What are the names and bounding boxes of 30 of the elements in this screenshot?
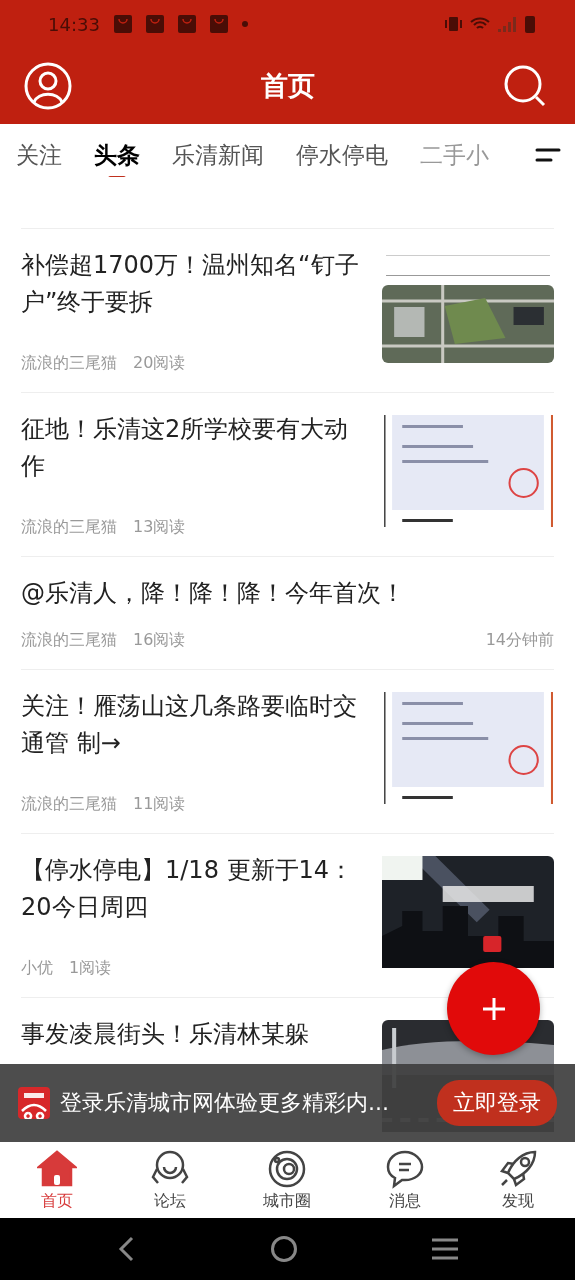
article-title[interactable]: 征地！乐清这2所学校要有大动作 — [21, 411, 361, 485]
page-title: 首页 — [260, 69, 315, 103]
nav-tab[interactable]: 消息 — [384, 1148, 425, 1212]
nav-tab[interactable]: 论坛 — [150, 1148, 191, 1212]
read-count: 11阅读 — [133, 794, 186, 815]
article-title[interactable]: 【停水停电】1/18 更新于14：20今日周四 — [21, 852, 361, 926]
category-tab[interactable]: 乐清新闻 — [172, 133, 264, 177]
read-count: 20阅读 — [133, 353, 186, 374]
article-title[interactable]: 补偿超1700万！温州知名“钉子户”终于要拆 — [21, 247, 361, 321]
read-count: 1阅读 — [69, 958, 112, 979]
category-tab[interactable]: 头条 — [94, 133, 140, 177]
read-count: 16阅读 — [133, 630, 186, 651]
category-tab[interactable]: 停水停电 — [296, 133, 388, 177]
nav-tab[interactable]: 首页 — [36, 1148, 77, 1212]
article-title[interactable]: @乐清人，降！降！降！今年首次！ — [21, 575, 554, 612]
article-title[interactable]: 关注！雁荡山这几条路要临时交通管 制→ — [21, 688, 361, 762]
category-tab[interactable]: 关注 — [16, 133, 62, 177]
article-author: 流浪的三尾猫 — [21, 353, 117, 374]
read-count: 13阅读 — [133, 517, 186, 538]
article-title[interactable]: 事发凌晨街头！乐清林某躲 — [21, 1016, 361, 1053]
article-author: 小优 — [21, 958, 53, 979]
nav-tab[interactable]: 城市圈 — [263, 1148, 312, 1212]
article-author: 流浪的三尾猫 — [21, 630, 117, 651]
login-button[interactable]: 立即登录 — [437, 1080, 557, 1126]
article-author: 流浪的三尾猫 — [21, 517, 117, 538]
status-time: 14:33 — [48, 13, 100, 35]
article-author: 流浪的三尾猫 — [21, 794, 117, 815]
nav-tab[interactable]: 发现 — [498, 1148, 539, 1212]
post-time: 14分钟前 — [485, 630, 554, 651]
login-prompt: 登录乐清城市网体验更多精彩内... — [60, 1089, 390, 1117]
